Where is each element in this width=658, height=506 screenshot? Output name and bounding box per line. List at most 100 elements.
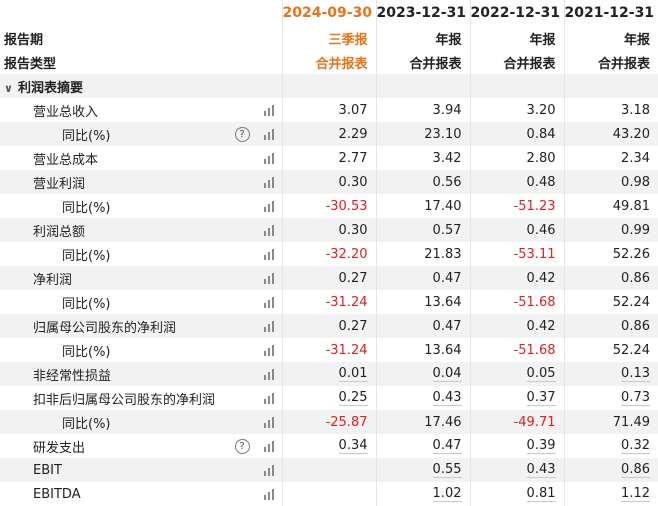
cell-value: 52.24: [612, 294, 650, 310]
cell-value: 2.77: [338, 150, 368, 166]
value-cell: 0.27: [281, 266, 376, 290]
bar-chart-icon[interactable]: [263, 176, 274, 188]
row-label-cell: 非经常性损益: [0, 362, 282, 386]
row-label: 净利润: [33, 272, 73, 288]
value-cell: 0.47: [375, 266, 470, 290]
row-label-cell: 利润总额: [0, 218, 282, 242]
section-title-text: 利润表摘要: [18, 80, 84, 96]
cell-value: 0.43: [432, 390, 462, 406]
cell-value: 23.10: [424, 126, 462, 142]
value-cell: 0.55: [375, 458, 470, 482]
cell-value: 43.20: [612, 126, 650, 142]
help-icon[interactable]: ?: [234, 126, 250, 142]
cell-value: 0.39: [526, 438, 556, 454]
cell-value: 0.46: [526, 222, 556, 238]
value-cell: 3.42: [375, 146, 470, 170]
cell-value: 3.18: [621, 102, 650, 118]
bar-chart-icon[interactable]: [263, 272, 274, 284]
row-label-cell: 同比(%): [0, 338, 282, 362]
column-date[interactable]: 2021-12-31: [563, 0, 658, 26]
table-row: EBIT 0.55 0.43 0.86: [0, 458, 658, 482]
value-cell: 21.83: [375, 242, 470, 266]
bar-chart-icon[interactable]: [263, 440, 274, 452]
value-cell: 0.86: [563, 314, 658, 338]
cell-value: 13.64: [424, 294, 462, 310]
cell-value: 0.99: [621, 222, 650, 238]
cell-value: 0.86: [621, 462, 650, 478]
cell-value: 0.73: [621, 390, 650, 406]
cell-value: 0.27: [338, 318, 368, 334]
value-cell: 0.43: [469, 458, 564, 482]
row-label-cell: 营业总成本: [0, 146, 282, 170]
value-cell: -31.24: [281, 338, 376, 362]
header-period-row: 报告期 三季报 年报 年报 年报: [0, 26, 658, 50]
bar-chart-icon[interactable]: [263, 248, 274, 260]
table-row: 营业总收入 3.07 3.94 3.20 3.18: [0, 98, 658, 122]
section-header-row[interactable]: ∨ 利润表摘要: [0, 74, 658, 98]
bar-chart-icon[interactable]: [263, 488, 274, 500]
value-cell: 0.56: [375, 170, 470, 194]
cell-value: -51.23: [513, 198, 556, 214]
header-corner: [0, 0, 282, 26]
bar-chart-icon[interactable]: [263, 128, 274, 140]
bar-chart-icon[interactable]: [263, 320, 274, 332]
bar-chart-icon[interactable]: [263, 224, 274, 236]
table-row: 营业总成本 2.77 3.42 2.80 2.34: [0, 146, 658, 170]
row-label: 同比(%): [62, 416, 111, 432]
period-value: 三季报: [281, 26, 376, 50]
bar-chart-icon[interactable]: [263, 392, 274, 404]
value-cell: 0.04: [375, 362, 470, 386]
cell-value: 3.07: [338, 102, 368, 118]
bar-chart-icon[interactable]: [263, 416, 274, 428]
value-cell: 0.39: [469, 434, 564, 458]
section-title[interactable]: ∨ 利润表摘要: [0, 74, 282, 98]
bar-chart-icon[interactable]: [263, 464, 274, 476]
report-type-value: 合并报表: [375, 50, 470, 74]
bar-chart-icon[interactable]: [263, 152, 274, 164]
cell-value: -30.53: [325, 198, 368, 214]
cell-value: -31.24: [325, 294, 368, 310]
cell-value: 0.47: [432, 318, 462, 334]
value-cell: 0.73: [563, 386, 658, 410]
column-date[interactable]: 2024-09-30: [281, 0, 376, 26]
value-cell: 0.86: [563, 458, 658, 482]
report-type-value: 合并报表: [469, 50, 564, 74]
table-row: 同比(%) -31.24 13.64 -51.68 52.24: [0, 290, 658, 314]
column-date[interactable]: 2023-12-31: [375, 0, 470, 26]
value-cell: 49.81: [563, 194, 658, 218]
table-row: 同比(%) -32.20 21.83 -53.11 52.26: [0, 242, 658, 266]
bar-chart-icon[interactable]: [263, 344, 274, 356]
bar-chart-icon[interactable]: [263, 296, 274, 308]
value-cell: 0.47: [375, 434, 470, 458]
row-label: 研发支出: [33, 440, 86, 456]
profit-summary-table: 2024-09-30 2023-12-31 2022-12-31 2021-12…: [0, 0, 658, 506]
value-cell: 0.81: [469, 482, 564, 506]
row-label-cell: 扣非后归属母公司股东的净利润: [0, 386, 282, 410]
cell-value: 0.86: [621, 270, 650, 286]
chevron-down-icon[interactable]: ∨: [4, 82, 18, 95]
value-cell: -51.23: [469, 194, 564, 218]
value-cell: 52.26: [563, 242, 658, 266]
table-row: EBITDA 1.02 0.81 1.12: [0, 482, 658, 506]
table-row: 非经常性损益 0.01 0.04 0.05 0.13: [0, 362, 658, 386]
value-cell: -49.71: [469, 410, 564, 434]
row-label: 扣非后归属母公司股东的净利润: [33, 392, 216, 408]
value-cell: -51.68: [469, 290, 564, 314]
table-row: 扣非后归属母公司股东的净利润 0.25 0.43 0.37 0.73: [0, 386, 658, 410]
table-row: 同比(%) -30.53 17.40 -51.23 49.81: [0, 194, 658, 218]
value-cell: 0.30: [281, 218, 376, 242]
value-cell: 0.98: [563, 170, 658, 194]
value-cell: -31.24: [281, 290, 376, 314]
row-label: 同比(%): [62, 248, 111, 264]
table-row: 同比(%) -25.87 17.46 -49.71 71.49: [0, 410, 658, 434]
column-date[interactable]: 2022-12-31: [469, 0, 564, 26]
bar-chart-icon[interactable]: [263, 104, 274, 116]
value-cell: 2.77: [281, 146, 376, 170]
bar-chart-icon[interactable]: [263, 200, 274, 212]
row-label: EBITDA: [33, 486, 81, 502]
bar-chart-icon[interactable]: [263, 368, 274, 380]
help-icon[interactable]: ?: [234, 438, 250, 454]
value-cell: 0.46: [469, 218, 564, 242]
value-cell: 13.64: [375, 290, 470, 314]
cell-value: 0.47: [432, 270, 462, 286]
